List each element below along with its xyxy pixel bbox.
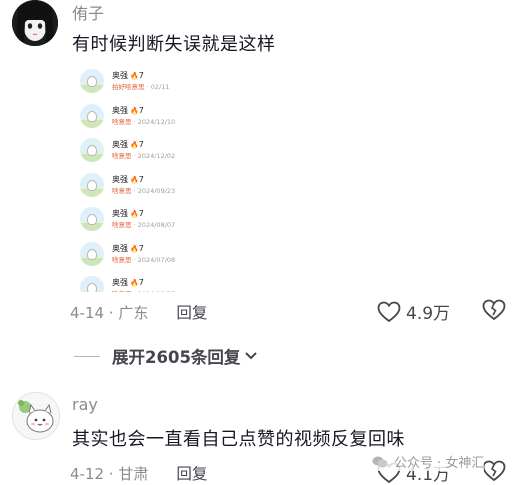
fire-icon: 🔥 [130, 106, 139, 115]
embedded-tag: 啥意思 [112, 186, 132, 195]
embedded-tag: 啥意思 [112, 152, 132, 160]
expand-replies-label: 展开2605条回复 [112, 348, 241, 367]
embedded-name: 奥强 [112, 243, 128, 253]
heart-icon [377, 301, 401, 322]
bird-avatar-icon [80, 276, 104, 292]
embedded-date: 2024/09/23 [137, 186, 176, 195]
bird-avatar-icon [80, 241, 104, 266]
embedded-level: 7 [138, 209, 144, 218]
reply-button[interactable]: 回复 [176, 301, 207, 323]
anime-girl-avatar-icon [12, 0, 58, 46]
embedded-name: 奥强 [112, 71, 128, 80]
embedded-level: 7 [138, 278, 144, 287]
embedded-level: 7 [138, 105, 144, 115]
embedded-list-item: 奥强 🔥7 啥意思 · 2024/12/02 [80, 135, 230, 165]
fire-icon: 🔥 [130, 72, 139, 80]
embedded-name: 奥强 [112, 105, 128, 115]
comment-date-location: 4-12 · 甘肃 [70, 464, 149, 483]
embedded-list-item: 奥强 🔥7 啥意思 · 2024/07/08 [80, 239, 230, 269]
embedded-level: 7 [138, 140, 144, 149]
fire-icon: 🔥 [130, 279, 139, 287]
comment-meta: 4-14 · 广东 回复 [70, 301, 207, 323]
fire-icon: 🔥 [130, 141, 139, 149]
embedded-date: 2024/12/10 [137, 117, 176, 126]
dislike-button[interactable] [482, 460, 506, 485]
embedded-name: 奥强 [112, 140, 128, 149]
embedded-date: 2024/05/25 [138, 290, 175, 292]
comment-text: 其实也会一直看自己点赞的视频反复回味 [72, 429, 405, 450]
embedded-date: 02/11 [150, 83, 170, 91]
comment-meta: 4-12 · 甘肃 回复 [70, 462, 207, 484]
embedded-tag: 啥意思 [112, 255, 132, 264]
cat-doodle-avatar-icon [13, 393, 59, 439]
embedded-level: 7 [138, 71, 144, 80]
comment-image[interactable]: 奥强 🔥7 拍好哈意思 · 02/11 奥强 🔥7 啥意思 · 2024/12/10 奥强 🔥… [74, 62, 232, 292]
embedded-tag: 啥意思 [112, 221, 132, 229]
wechat-icon [372, 456, 388, 467]
embedded-date: 2024/08/07 [137, 221, 176, 229]
dislike-button[interactable] [482, 299, 506, 325]
broken-heart-icon [482, 460, 506, 482]
fire-icon: 🔥 [130, 175, 139, 184]
embedded-tag: 啥意思 [112, 290, 132, 292]
embedded-date: 2024/07/08 [137, 255, 176, 264]
bird-avatar-icon [80, 207, 104, 231]
embedded-list-item: 奥强 🔥7 啥意思 · 2024/12/10 [80, 101, 230, 131]
divider [74, 355, 100, 357]
embedded-tag: 啥意思 [112, 117, 132, 126]
embedded-tag: 拍好哈意思 [112, 83, 145, 91]
embedded-list-item: 奥强 🔥7 啥意思 · 2024/09/23 [80, 170, 230, 200]
comment-text: 有时候判断失误就是这样 [72, 34, 276, 55]
watermark: 公众号 · 女神汇 [372, 452, 485, 471]
comment-username[interactable]: ray [72, 395, 98, 414]
embedded-list-item: 奥强 🔥7 啥意思 · 2024/08/07 [80, 204, 230, 234]
embedded-level: 7 [138, 174, 144, 184]
comment-date-location: 4-14 · 广东 [70, 303, 149, 322]
broken-heart-icon [482, 299, 506, 321]
embedded-list-item: 奥强 🔥7 拍好哈意思 · 02/11 [80, 66, 230, 96]
comment-username[interactable]: 侑子 [72, 0, 104, 24]
embedded-date: 2024/12/02 [137, 152, 176, 160]
expand-replies-button[interactable]: 展开2605条回复 [74, 344, 258, 368]
embedded-name: 奥强 [112, 174, 128, 184]
fire-icon: 🔥 [130, 244, 139, 253]
avatar[interactable] [12, 0, 58, 46]
embedded-name: 奥强 [112, 278, 128, 287]
chevron-down-icon [245, 352, 258, 360]
embedded-name: 奥强 [112, 209, 128, 218]
reply-button[interactable]: 回复 [176, 462, 207, 484]
embedded-list-item: 奥强🔥7啥意思 · 2024/05/25 [80, 273, 230, 292]
bird-avatar-icon [80, 172, 104, 197]
like-button[interactable]: 4.9万 [377, 299, 450, 324]
fire-icon: 🔥 [130, 210, 139, 218]
watermark-text: 公众号 · 女神汇 [394, 456, 485, 471]
bird-avatar-icon [80, 138, 104, 162]
bird-avatar-icon [80, 103, 104, 128]
embedded-level: 7 [138, 243, 144, 253]
like-count: 4.9万 [406, 304, 451, 324]
bird-avatar-icon [80, 69, 104, 93]
avatar[interactable] [12, 392, 60, 440]
